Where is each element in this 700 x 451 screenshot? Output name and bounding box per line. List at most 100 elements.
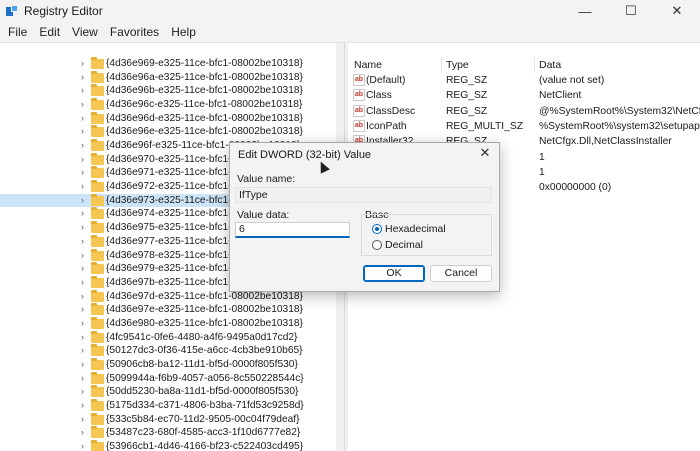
expand-chevron-icon[interactable]: › xyxy=(81,318,89,328)
value-type-cell: REG_SZ xyxy=(446,105,488,117)
menu-bar: File Edit View Favorites Help xyxy=(0,22,700,42)
folder-icon xyxy=(91,57,104,69)
folder-icon xyxy=(91,344,104,357)
expand-chevron-icon[interactable]: › xyxy=(81,427,89,437)
expand-chevron-icon[interactable]: › xyxy=(81,441,89,451)
value-name-field: IfType xyxy=(235,187,492,203)
tree-row-label: {50127dc3-0f36-415e-a6cc-4cb3be910b65} xyxy=(106,345,303,357)
column-header-data[interactable]: Data xyxy=(539,57,561,73)
expand-chevron-icon[interactable]: › xyxy=(81,359,89,369)
folder-icon xyxy=(91,426,104,439)
expand-chevron-icon[interactable]: › xyxy=(81,208,89,218)
menu-help[interactable]: Help xyxy=(165,25,202,39)
expand-chevron-icon[interactable]: › xyxy=(81,195,89,205)
expand-chevron-icon[interactable]: › xyxy=(81,126,89,136)
expand-chevron-icon[interactable]: › xyxy=(81,400,89,410)
expand-chevron-icon[interactable]: › xyxy=(81,154,89,164)
tree-row[interactable]: › {4d36e96c-e325-11ce-bfc1-08002be10318} xyxy=(0,98,336,112)
maximize-button[interactable]: ☐ xyxy=(608,0,654,22)
expand-chevron-icon[interactable]: › xyxy=(81,58,89,68)
value-data-cell: 1 xyxy=(539,166,545,178)
string-value-icon: ab xyxy=(353,104,365,117)
tree-row[interactable]: › {4d36e96a-e325-11ce-bfc1-08002be10318} xyxy=(0,70,336,85)
value-row[interactable]: ab (Default) REG_SZ (value not set) xyxy=(348,73,700,88)
tree-row-label: {5175d334-c371-4806-b3ba-71fd53c9258d} xyxy=(106,400,304,411)
menu-edit[interactable]: Edit xyxy=(33,25,66,39)
tree-row[interactable]: › {5099944a-f6b9-4057-a056-8c550228544c} xyxy=(0,371,336,386)
value-name-cell: Class xyxy=(366,90,392,102)
expand-chevron-icon[interactable]: › xyxy=(81,72,89,82)
expand-chevron-icon[interactable]: › xyxy=(81,99,89,109)
tree-row[interactable]: › {50906cb8-ba12-11d1-bf5d-0000f805f530} xyxy=(0,357,336,372)
value-data-label: Value data: xyxy=(237,209,290,221)
expand-chevron-icon[interactable]: › xyxy=(81,263,89,273)
decimal-label[interactable]: Decimal xyxy=(385,239,423,251)
value-data-input[interactable]: 6 xyxy=(235,222,350,238)
tree-row[interactable]: › {53966cb1-4d46-4166-bf23-c522403cd495} xyxy=(0,440,336,451)
folder-icon xyxy=(91,139,104,152)
tree-row[interactable]: › {50dd5230-ba8a-11d1-bf5d-0000f805f530} xyxy=(0,385,336,399)
folder-icon xyxy=(91,166,104,179)
expand-chevron-icon[interactable]: › xyxy=(81,332,89,342)
tree-row[interactable]: › {533c5b84-ec70-11d2-9505-00c04f79deaf} xyxy=(0,412,336,427)
column-separator[interactable] xyxy=(441,57,442,73)
folder-icon xyxy=(91,248,104,261)
column-header-type[interactable]: Type xyxy=(446,57,469,73)
tree-row-label: {4d36e97e-e325-11ce-bfc1-08002be10318} xyxy=(106,304,303,316)
menu-view[interactable]: View xyxy=(66,25,104,39)
tree-row-label: {4d36e980-e325-11ce-bfc1-08002be10318} xyxy=(106,317,303,329)
ok-button[interactable]: OK xyxy=(363,265,425,282)
expand-chevron-icon[interactable]: › xyxy=(81,414,89,424)
expand-chevron-icon[interactable]: › xyxy=(81,140,89,150)
tree-row-label: {50dd5230-ba8a-11d1-bf5d-0000f805f530} xyxy=(106,386,299,398)
expand-chevron-icon[interactable]: › xyxy=(81,291,89,301)
edit-dword-dialog: Edit DWORD (32-bit) Value ✕ Value name: … xyxy=(229,142,500,292)
dialog-close-button[interactable]: ✕ xyxy=(477,145,493,161)
value-row[interactable]: ab Class REG_SZ NetClient xyxy=(348,88,700,103)
registry-editor-app-icon xyxy=(6,5,18,17)
expand-chevron-icon[interactable]: › xyxy=(81,345,89,355)
tree-row[interactable]: › {5175d334-c371-4806-b3ba-71fd53c9258d} xyxy=(0,399,336,413)
expand-chevron-icon[interactable]: › xyxy=(81,222,89,232)
hexadecimal-label[interactable]: Hexadecimal xyxy=(385,223,446,235)
tree-row[interactable]: › {4d36e969-e325-11ce-bfc1-08002be10318} xyxy=(0,57,336,71)
expand-chevron-icon[interactable]: › xyxy=(81,236,89,246)
decimal-radio[interactable] xyxy=(372,240,382,250)
folder-icon xyxy=(91,440,104,451)
column-header-name[interactable]: Name xyxy=(354,57,382,73)
expand-chevron-icon[interactable]: › xyxy=(81,304,89,314)
tree-row[interactable]: › {4fc9541c-0fe6-4480-a4f6-9495a0d17cd2} xyxy=(0,330,336,345)
folder-icon xyxy=(91,275,104,288)
minimize-button[interactable]: — xyxy=(562,0,608,22)
value-row[interactable]: ab ClassDesc REG_SZ @%SystemRoot%\System32\… xyxy=(348,104,700,119)
expand-chevron-icon[interactable]: › xyxy=(81,167,89,177)
menu-favorites[interactable]: Favorites xyxy=(104,25,165,39)
tree-row[interactable]: › {4d36e96b-e325-11ce-bfc1-08002be10318} xyxy=(0,84,336,98)
tree-row[interactable]: › {4d36e96e-e325-11ce-bfc1-08002be10318} xyxy=(0,125,336,139)
folder-icon xyxy=(91,221,104,234)
tree-row-label: {4d36e96a-e325-11ce-bfc1-08002be10318} xyxy=(106,71,303,83)
tree-row[interactable]: › {4d36e96d-e325-11ce-bfc1-08002be10318} xyxy=(0,111,336,126)
expand-chevron-icon[interactable]: › xyxy=(81,113,89,123)
expand-chevron-icon[interactable]: › xyxy=(81,181,89,191)
value-type-cell: REG_SZ xyxy=(446,75,488,86)
expand-chevron-icon[interactable]: › xyxy=(81,373,89,383)
column-separator[interactable] xyxy=(534,57,535,73)
close-window-button[interactable]: ✕ xyxy=(654,0,700,22)
value-row[interactable]: ab IconPath REG_MULTI_SZ %SystemRoot%\syste… xyxy=(348,119,700,134)
folder-icon xyxy=(91,111,104,124)
tree-row[interactable]: › {4d36e97e-e325-11ce-bfc1-08002be10318} xyxy=(0,303,336,317)
expand-chevron-icon[interactable]: › xyxy=(81,386,89,396)
hexadecimal-radio[interactable] xyxy=(372,224,382,234)
cancel-button[interactable]: Cancel xyxy=(430,265,492,282)
tree-row[interactable]: › {50127dc3-0f36-415e-a6cc-4cb3be910b65} xyxy=(0,344,336,358)
folder-icon xyxy=(91,330,104,343)
expand-chevron-icon[interactable]: › xyxy=(81,85,89,95)
expand-chevron-icon[interactable]: › xyxy=(81,250,89,260)
tree-row-label: {4d36e969-e325-11ce-bfc1-08002be10318} xyxy=(106,58,303,69)
folder-icon xyxy=(91,289,104,302)
expand-chevron-icon[interactable]: › xyxy=(81,277,89,287)
tree-row[interactable]: › {4d36e980-e325-11ce-bfc1-08002be10318} xyxy=(0,316,336,331)
menu-file[interactable]: File xyxy=(2,25,33,39)
tree-row[interactable]: › {53487c23-680f-4585-acc3-1f10d6777e82} xyxy=(0,426,336,440)
